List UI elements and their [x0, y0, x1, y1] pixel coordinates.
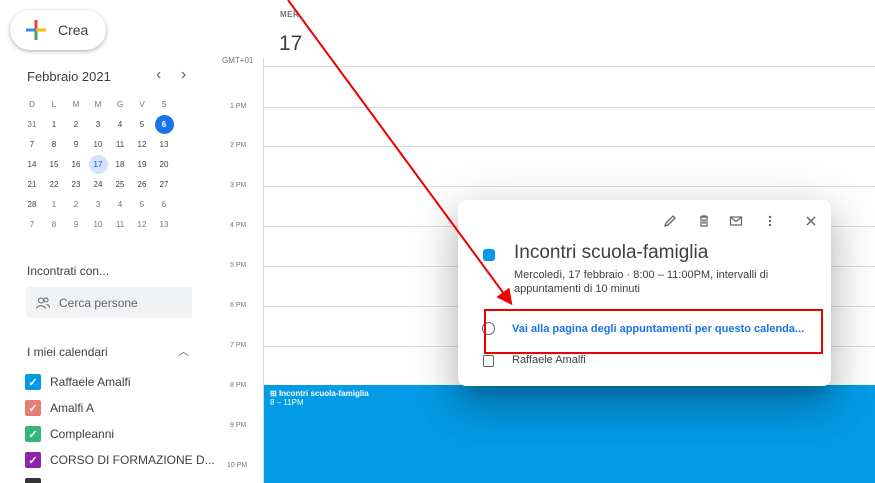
annotation-arrow [287, 0, 513, 306]
calendar-app: Crea Febbraio 2021 ‹ › D L M M G V S 31 1 2 3 4 5 6 7 8… [0, 0, 875, 483]
